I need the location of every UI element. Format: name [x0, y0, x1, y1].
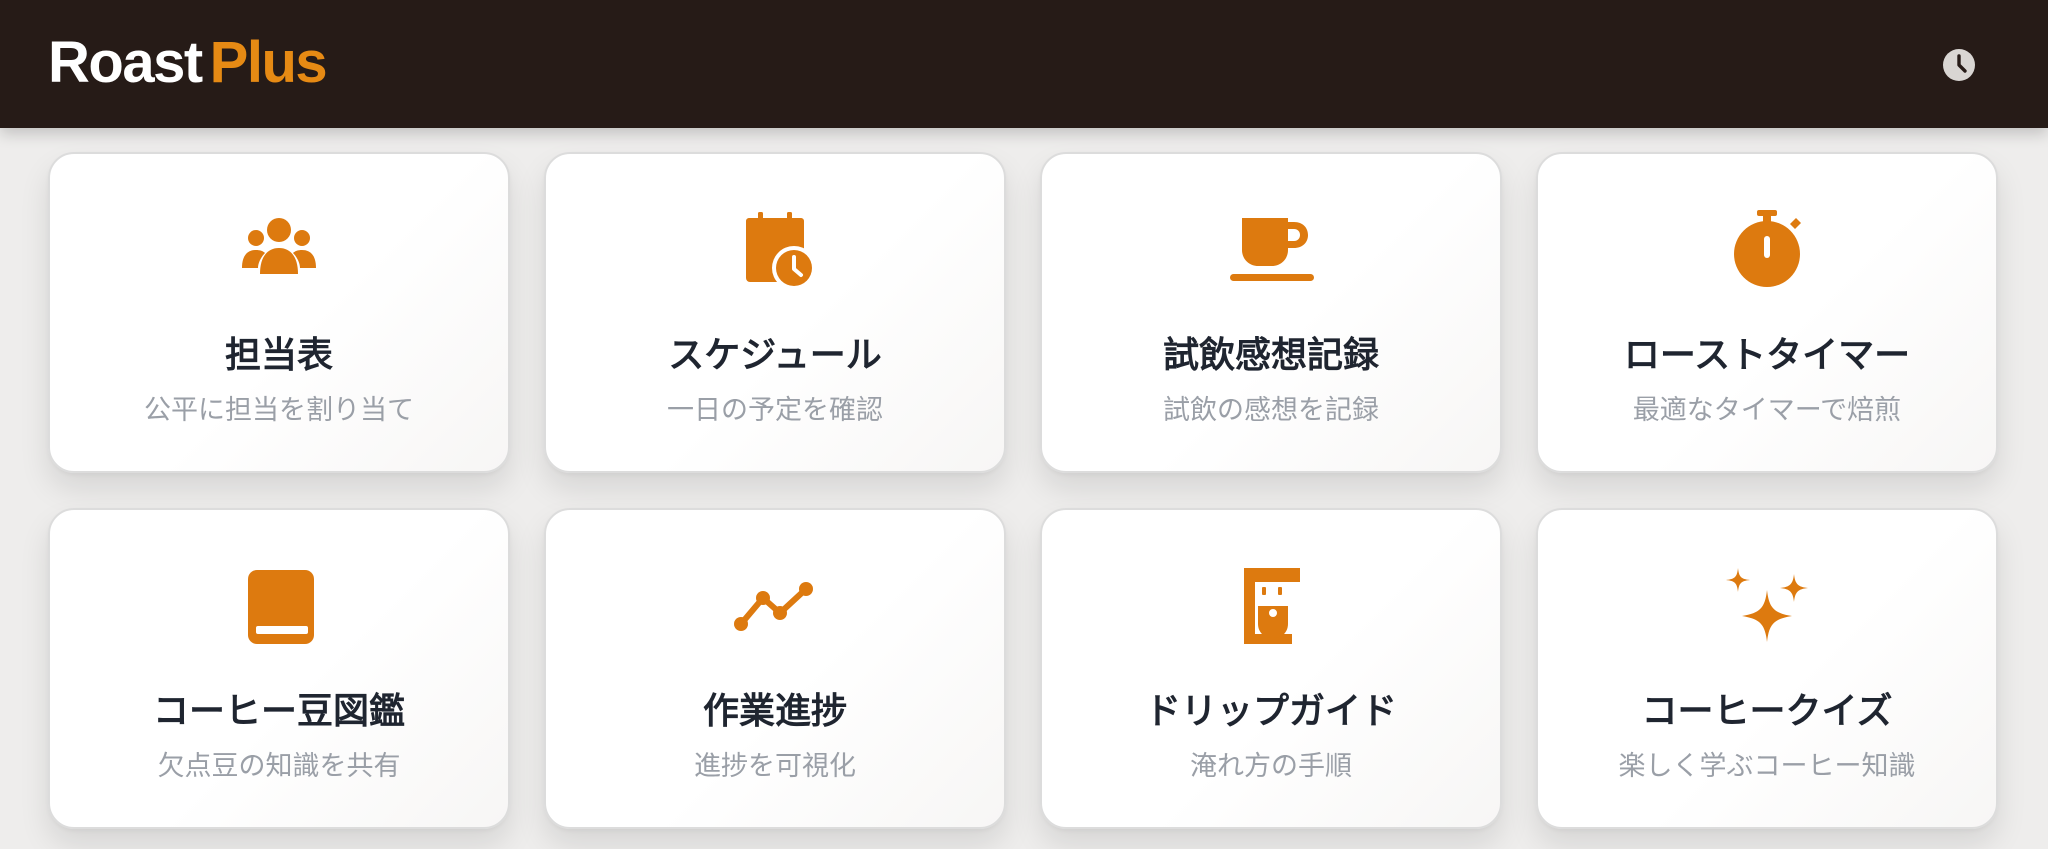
- sparkles-icon: [1722, 566, 1812, 646]
- card-title: ドリップガイド: [1144, 691, 1397, 732]
- app-header: Roast Plus: [0, 0, 2048, 128]
- card-subtitle: 一日の予定を確認: [667, 395, 883, 426]
- card-assignment[interactable]: 担当表 公平に担当を割り当て: [48, 152, 510, 473]
- card-bean-guide[interactable]: コーヒー豆図鑑 欠点豆の知識を共有: [48, 508, 510, 829]
- card-title: コーヒークイズ: [1641, 691, 1893, 732]
- card-title: スケジュール: [668, 335, 882, 376]
- coffee-cup-icon: [1226, 210, 1316, 290]
- card-coffee-quiz[interactable]: コーヒークイズ 楽しく学ぶコーヒー知識: [1536, 508, 1998, 829]
- card-schedule[interactable]: スケジュール 一日の予定を確認: [544, 152, 1006, 473]
- card-subtitle: 試飲の感想を記録: [1163, 395, 1379, 426]
- card-title: 担当表: [224, 335, 333, 376]
- card-title: 試飲感想記録: [1162, 335, 1379, 376]
- history-clock-icon: [1942, 48, 1976, 82]
- history-button[interactable]: [1942, 48, 1976, 82]
- card-subtitle: 進捗を可視化: [694, 751, 856, 782]
- card-roast-timer[interactable]: ローストタイマー 最適なタイマーで焙煎: [1536, 152, 1998, 473]
- card-subtitle: 最適なタイマーで焙煎: [1632, 395, 1902, 426]
- card-tasting-notes[interactable]: 試飲感想記録 試飲の感想を記録: [1040, 152, 1502, 473]
- logo-text-plus: Plus: [209, 30, 328, 95]
- logo-text-roast: Roast: [48, 30, 203, 95]
- calendar-clock-icon: [730, 210, 820, 290]
- card-subtitle: 欠点豆の知識を共有: [157, 751, 401, 782]
- card-subtitle: 淹れ方の手順: [1190, 751, 1352, 782]
- card-subtitle: 楽しく学ぶコーヒー知識: [1618, 751, 1916, 782]
- card-title: ローストタイマー: [1623, 335, 1911, 376]
- card-work-progress[interactable]: 作業進捗 進捗を可視化: [544, 508, 1006, 829]
- team-icon: [234, 210, 324, 290]
- card-title: 作業進捗: [702, 691, 847, 732]
- coffee-maker-icon: [1226, 566, 1316, 646]
- book-icon: [234, 566, 324, 646]
- stopwatch-icon: [1722, 210, 1812, 290]
- card-drip-guide[interactable]: ドリップガイド 淹れ方の手順: [1040, 508, 1502, 829]
- app-logo[interactable]: Roast Plus: [48, 30, 328, 96]
- card-subtitle: 公平に担当を割り当て: [144, 395, 414, 426]
- progress-line-icon: [730, 566, 820, 646]
- card-title: コーヒー豆図鑑: [152, 691, 405, 732]
